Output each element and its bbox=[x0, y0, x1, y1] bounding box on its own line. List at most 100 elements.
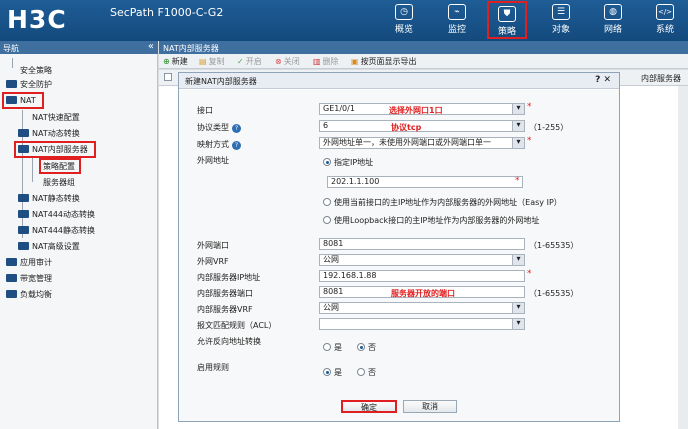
radio-button[interactable] bbox=[323, 368, 331, 376]
ext-port-value: 8081 bbox=[323, 239, 344, 248]
sidebar-item-label: 应用审计 bbox=[20, 258, 52, 267]
column-header[interactable]: 内部服务器 bbox=[641, 73, 681, 84]
radio-specified-ip[interactable]: 指定IP地址 bbox=[323, 157, 373, 168]
delete-label: 删除 bbox=[322, 57, 339, 66]
nav-policy[interactable]: ⛊ 策略 bbox=[487, 1, 527, 39]
radio-easy-ip[interactable]: 使用当前接口的主IP地址作为内部服务器的外网地址（Easy IP） bbox=[323, 197, 562, 208]
acl-select[interactable] bbox=[319, 318, 525, 330]
reverse-label: 允许反向地址转换 bbox=[197, 337, 261, 346]
sidebar-item-nat444-static[interactable]: NAT444静态转换 bbox=[18, 224, 95, 237]
disable-label: 关闭 bbox=[283, 57, 300, 66]
radio-label: 是 bbox=[334, 368, 342, 377]
radio-reverse-no[interactable]: 否 bbox=[357, 342, 376, 353]
folder-icon bbox=[18, 194, 29, 202]
int-port-range: （1-65535） bbox=[529, 289, 579, 298]
external-ip-value: 202.1.1.100 bbox=[331, 177, 380, 186]
mapping-select[interactable]: 外网地址单一，未使用外网端口或外网端口单一 bbox=[319, 137, 525, 149]
ext-vrf-select[interactable]: 公网 bbox=[319, 254, 525, 266]
highlight-box bbox=[14, 141, 96, 158]
annotation-protocol: 协议tcp bbox=[391, 123, 422, 132]
disable-button[interactable]: ⊗ 关闭 bbox=[275, 56, 300, 67]
acl-label: 报文匹配规则（ACL） bbox=[197, 321, 277, 330]
sidebar-item-security-protection[interactable]: 安全防护 bbox=[6, 78, 52, 91]
sidebar-item-nat-dynamic[interactable]: NAT动态转换 bbox=[18, 127, 80, 140]
required-mark: * bbox=[527, 102, 532, 112]
select-all-checkbox[interactable] bbox=[164, 73, 172, 81]
sidebar-item-label: NAT快速配置 bbox=[32, 113, 80, 122]
sidebar-item-nat-quick[interactable]: NAT快速配置 bbox=[32, 111, 80, 124]
delete-button[interactable]: ▥ 删除 bbox=[313, 56, 339, 67]
nav-objects[interactable]: ☰ 对象 bbox=[541, 1, 581, 39]
int-vrf-label: 内部服务器VRF bbox=[197, 305, 253, 314]
highlight-box bbox=[39, 158, 81, 174]
sidebar-item-label: NAT444动态转换 bbox=[32, 210, 95, 219]
radio-button[interactable] bbox=[357, 343, 365, 351]
sidebar-item-label: NAT444静态转换 bbox=[32, 226, 95, 235]
sidebar-item-server-group[interactable]: 服务器组 bbox=[43, 176, 75, 189]
shield-icon: ⛊ bbox=[498, 6, 516, 22]
ext-port-range: （1-65535） bbox=[529, 241, 579, 250]
radio-button[interactable] bbox=[323, 198, 331, 206]
int-ip-value: 192.168.1.88 bbox=[323, 271, 377, 280]
sidebar: 安全策略 安全防护 NAT NAT快速配置 NAT动态转换 NAT内部服务器 策… bbox=[0, 54, 158, 429]
radio-button[interactable] bbox=[323, 343, 331, 351]
nav-system[interactable]: </> 系统 bbox=[645, 1, 685, 39]
enable-button[interactable]: ✓ 开启 bbox=[237, 56, 262, 67]
radio-button[interactable] bbox=[357, 368, 365, 376]
ext-port-input[interactable]: 8081 bbox=[319, 238, 525, 250]
sidebar-item-bandwidth[interactable]: 带宽管理 bbox=[6, 272, 52, 285]
radio-loopback[interactable]: 使用Loopback接口的主IP地址作为内部服务器的外网地址 bbox=[323, 215, 539, 226]
dialog-header: 新建NAT内部服务器 ? ✕ bbox=[179, 73, 619, 89]
interface-label: 接口 bbox=[197, 106, 213, 115]
external-ip-input[interactable]: 202.1.1.100 bbox=[327, 176, 523, 188]
toolbar: ⊕ 新建 ▤ 复制 ✓ 开启 ⊗ 关闭 ▥ 删除 ▣ 按页面显示导出 bbox=[159, 54, 688, 69]
ext-vrf-label: 外网VRF bbox=[197, 257, 229, 266]
collapse-icon[interactable]: « bbox=[148, 41, 154, 52]
sidebar-item-security-policy[interactable]: 安全策略 bbox=[20, 64, 52, 77]
folder-icon bbox=[18, 210, 29, 218]
dashboard-icon: ◷ bbox=[395, 4, 413, 20]
top-header: H3C SecPath F1000-C-G2 ◷ 概览 ⌁ 监控 ⛊ 策略 ☰ … bbox=[0, 0, 688, 41]
required-mark: * bbox=[527, 136, 532, 146]
sidebar-item-nat-advanced[interactable]: NAT高级设置 bbox=[18, 240, 80, 253]
nav-network[interactable]: ◍ 网络 bbox=[593, 1, 633, 39]
nav-overview[interactable]: ◷ 概览 bbox=[384, 1, 424, 39]
help-icon[interactable]: ? bbox=[232, 141, 241, 150]
new-button[interactable]: ⊕ 新建 bbox=[163, 56, 188, 67]
sidebar-item-load-balance[interactable]: 负载均衡 bbox=[6, 288, 52, 301]
radio-label: 是 bbox=[334, 343, 342, 352]
sidebar-item-app-audit[interactable]: 应用审计 bbox=[6, 256, 52, 269]
sidebar-item-nat-static[interactable]: NAT静态转换 bbox=[18, 192, 80, 205]
radio-button[interactable] bbox=[323, 158, 331, 166]
radio-enable-no[interactable]: 否 bbox=[357, 367, 376, 378]
cancel-button[interactable]: 取消 bbox=[403, 400, 457, 413]
copy-icon: ▤ bbox=[199, 57, 207, 66]
protocol-range: （1-255） bbox=[529, 123, 569, 132]
radio-enable-yes[interactable]: 是 bbox=[323, 367, 342, 378]
int-vrf-select[interactable]: 公网 bbox=[319, 302, 525, 314]
code-icon: </> bbox=[656, 4, 674, 20]
folder-icon bbox=[18, 226, 29, 234]
dialog-help-close-icon[interactable]: ? ✕ bbox=[595, 75, 611, 85]
external-label: 外网地址 bbox=[197, 156, 229, 165]
check-icon: ✓ bbox=[237, 57, 244, 66]
dialog-title: 新建NAT内部服务器 bbox=[185, 77, 257, 86]
internet-icon: ◍ bbox=[604, 4, 622, 20]
radio-label: 否 bbox=[368, 343, 376, 352]
copy-button[interactable]: ▤ 复制 bbox=[199, 56, 225, 67]
help-icon[interactable]: ? bbox=[232, 124, 241, 133]
export-button[interactable]: ▣ 按页面显示导出 bbox=[351, 56, 417, 67]
nav-label: 监控 bbox=[447, 25, 466, 35]
sidebar-item-nat444-dynamic[interactable]: NAT444动态转换 bbox=[18, 208, 95, 221]
export-icon: ▣ bbox=[351, 57, 359, 66]
nav-label: 系统 bbox=[655, 25, 674, 35]
sidebar-item-label: 安全策略 bbox=[20, 66, 52, 75]
radio-reverse-yes[interactable]: 是 bbox=[323, 342, 342, 353]
protocol-select[interactable]: 6 bbox=[319, 120, 525, 132]
ok-button[interactable]: 确定 bbox=[341, 400, 397, 413]
scrollbar[interactable] bbox=[678, 86, 688, 429]
nav-monitor[interactable]: ⌁ 监控 bbox=[437, 1, 477, 39]
int-ip-input[interactable]: 192.168.1.88 bbox=[319, 270, 525, 282]
radio-button[interactable] bbox=[323, 216, 331, 224]
nav-label: 网络 bbox=[603, 25, 622, 35]
